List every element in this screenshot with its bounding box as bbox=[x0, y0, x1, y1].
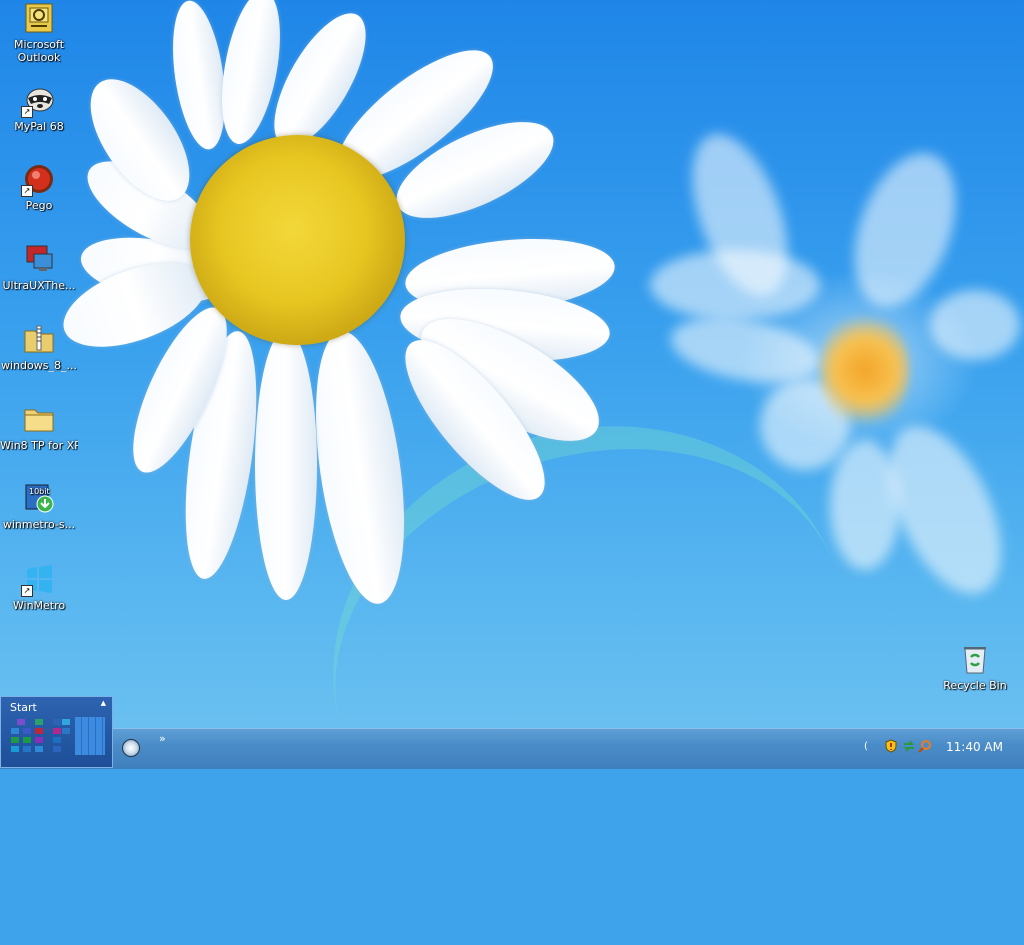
svg-text:10bit: 10bit bbox=[29, 487, 50, 496]
pego-icon: ↗ bbox=[21, 163, 55, 197]
desktop-icon-windows8-zip[interactable]: windows_8_... bbox=[0, 323, 78, 372]
start-pin-icon: ▲ bbox=[100, 699, 106, 707]
desktop-icon-ultrauxtheme[interactable]: UltraUXThe... bbox=[0, 243, 78, 292]
start-label: Start bbox=[10, 701, 37, 714]
desktop-icon-recycle-bin[interactable]: Recycle Bin bbox=[936, 643, 1014, 692]
wallpaper-blur-petal bbox=[650, 250, 820, 320]
quicklaunch-chevron-icon[interactable]: » bbox=[159, 732, 166, 745]
start-wide-tile bbox=[75, 717, 105, 755]
tray-expand-icon[interactable]: ( bbox=[864, 741, 878, 755]
security-shield-icon[interactable] bbox=[884, 739, 898, 753]
zip-folder-icon bbox=[23, 323, 55, 355]
desktop-icon-label: windows_8_... bbox=[1, 359, 77, 372]
shortcut-arrow-icon: ↗ bbox=[21, 106, 33, 118]
recycle-bin-icon bbox=[959, 643, 991, 675]
folder-icon bbox=[23, 403, 55, 435]
desktop-icon-win8tp[interactable]: Win8 TP for XP bbox=[0, 403, 78, 452]
shortcut-arrow-icon: ↗ bbox=[21, 185, 33, 197]
desktop-icon-label: WinMetro bbox=[12, 599, 66, 612]
windows-logo-icon: ↗ bbox=[21, 563, 55, 597]
taskbar-clock[interactable]: 11:40 AM bbox=[946, 740, 1003, 754]
start-button[interactable]: Start ▲ bbox=[0, 696, 113, 768]
wallpaper-blur-petal bbox=[930, 290, 1020, 360]
media-player-icon[interactable] bbox=[122, 739, 140, 757]
desktop-icon-label: Win8 TP for XP bbox=[0, 439, 78, 452]
desktop-icon-label: Recycle Bin bbox=[943, 679, 1007, 692]
update-arrows-icon[interactable] bbox=[902, 739, 916, 753]
wallpaper-blur-petal bbox=[830, 440, 900, 570]
desktop-icon-label: UltraUXThe... bbox=[2, 279, 76, 292]
desktop-icon-outlook[interactable]: Microsoft Outlook bbox=[0, 2, 78, 64]
raccoon-icon: ↗ bbox=[21, 84, 55, 118]
desktop-icon-winmetro-setup[interactable]: 10bit winmetro-s... bbox=[0, 482, 78, 531]
wallpaper-flower-center bbox=[190, 135, 405, 345]
desktop-wallpaper bbox=[0, 0, 1024, 945]
desktop-icon-mypal[interactable]: ↗ MyPal 68 bbox=[0, 84, 78, 133]
shortcut-arrow-icon: ↗ bbox=[21, 585, 33, 597]
wallpaper-blur-center bbox=[820, 310, 910, 430]
desktop-icon-pego[interactable]: ↗ Pego bbox=[0, 163, 78, 212]
search-icon[interactable] bbox=[918, 739, 932, 753]
desktop-icon-label: winmetro-s... bbox=[2, 518, 76, 531]
wallpaper-petal bbox=[255, 330, 317, 600]
desktop-icon-label: Microsoft Outlook bbox=[13, 38, 65, 64]
desktop-icon-winmetro[interactable]: ↗ WinMetro bbox=[0, 563, 78, 612]
monitor-icon bbox=[23, 243, 55, 275]
desktop-icon-label: Pego bbox=[25, 199, 53, 212]
installer-icon: 10bit bbox=[23, 482, 55, 514]
outlook-icon bbox=[23, 2, 55, 34]
desktop-icon-label: MyPal 68 bbox=[14, 120, 64, 133]
